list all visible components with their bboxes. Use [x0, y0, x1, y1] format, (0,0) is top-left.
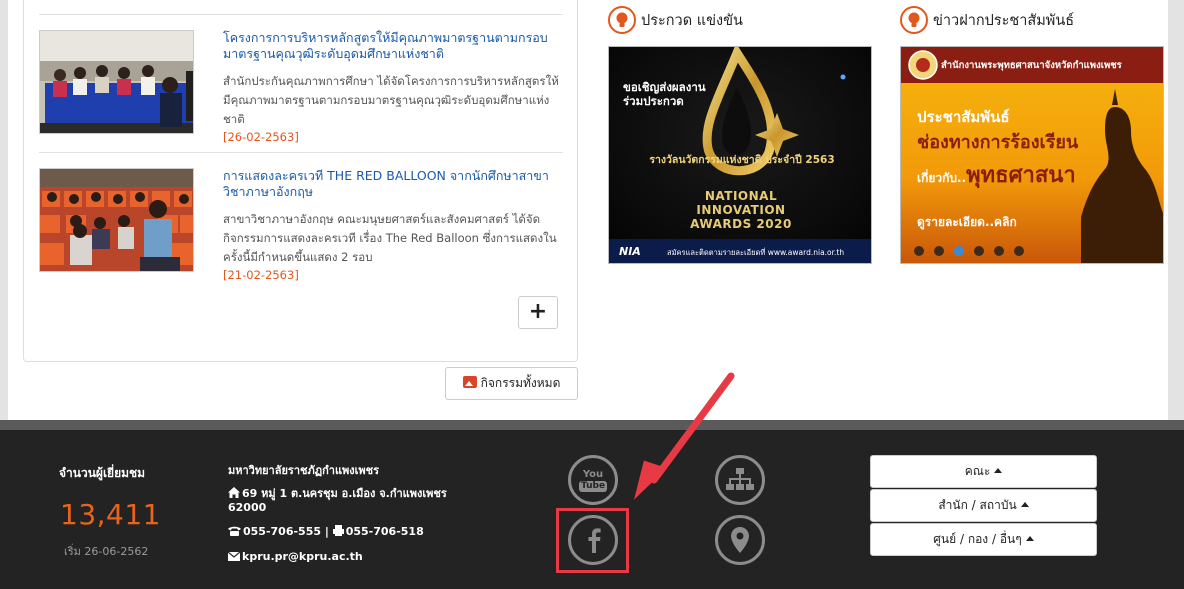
main-content: โครงการการบริหารหลักสูตรให้มีคุณภาพมาตรฐ… — [8, 0, 1176, 420]
news-title[interactable]: การแสดงละครเวที THE RED BALLOON จากนักศึ… — [223, 168, 565, 200]
envelope-icon — [227, 551, 241, 564]
news-date: [26-02-2563] — [223, 130, 299, 144]
youtube-icon[interactable]: You Tube — [568, 455, 618, 505]
footer-divider — [0, 420, 1184, 430]
address-text: 69 หมู่ 1 ต.นครชุม อ.เมือง จ.กำแพงเพชร 6… — [228, 487, 447, 514]
nia-logo: NIA — [619, 245, 641, 258]
contest-section: ประกวด แข่งขัน — [608, 6, 743, 34]
caret-up-icon — [994, 468, 1003, 473]
page-edge — [1168, 0, 1176, 420]
sitemap-icon[interactable] — [715, 455, 765, 505]
pr-section: ข่าวฝากประชาสัมพันธ์ — [900, 6, 1074, 34]
banner-footer-text: สมัครและติดตามรายละเอียดที่ www.award.ni… — [667, 248, 845, 257]
innovation-awards-banner[interactable]: ขอเชิญส่งผลงาน ร่วมประกวด รางวัลนวัตกรรม… — [608, 46, 872, 264]
office-institute-menu-button[interactable]: สำนัก / สถาบัน — [870, 489, 1097, 522]
banner-line3-main: พุทธศาสนา — [966, 163, 1076, 188]
all-activities-label: กิจกรรมทั้งหมด — [480, 376, 561, 390]
banner-org: สำนักงานพระพุทธศาสนาจังหวัดกำแพงเพชร — [941, 60, 1122, 71]
news-date: [21-02-2563] — [223, 268, 299, 282]
banner-line1: ประชาสัมพันธ์ — [917, 108, 1010, 126]
center-division-other-menu-button[interactable]: ศูนย์ / กอง / อื่นๆ — [870, 523, 1097, 556]
activities-panel: โครงการการบริหารหลักสูตรให้มีคุณภาพมาตรฐ… — [23, 0, 578, 362]
email-text[interactable]: kpru.pr@kpru.ac.th — [242, 550, 363, 563]
banner-invite-line2: ร่วมประกวด — [623, 94, 684, 108]
section-title: ประกวด แข่งขัน — [641, 12, 743, 29]
faculty-menu-button[interactable]: คณะ — [870, 455, 1097, 488]
bulb-icon — [900, 6, 928, 34]
phone-line: 055-706-555 | 055-706-518 — [228, 525, 424, 539]
banner-award-thai: รางวัลนวัตกรรมแห่งชาติ ประจำปี 2563 — [649, 154, 835, 166]
banner-invite-line1: ขอเชิญส่งผลงาน — [623, 80, 706, 94]
news-title[interactable]: โครงการการบริหารหลักสูตรให้มีคุณภาพมาตรฐ… — [223, 30, 565, 62]
banner-award-en-1: NATIONAL — [704, 189, 778, 203]
annotation-highlight-box — [556, 508, 629, 573]
banner-line3-prefix: เกี่ยวกับ.. — [917, 171, 967, 185]
news-thumbnail-theater[interactable] — [39, 168, 194, 272]
visitors-label: จำนวนผู้เยี่ยมชม — [59, 466, 146, 480]
address-line: 69 หมู่ 1 ต.นครชุม อ.เมือง จ.กำแพงเพชร 6… — [228, 487, 458, 514]
home-icon — [228, 487, 240, 501]
menu-label: ศูนย์ / กอง / อื่นๆ — [933, 532, 1022, 546]
news-separator — [39, 14, 563, 15]
banner-award-en-2: INNOVATION — [696, 203, 786, 217]
menu-label: คณะ — [964, 464, 991, 478]
phone-text: 055-706-555 | — [243, 525, 333, 538]
youtube-label-top: You — [582, 468, 604, 480]
menu-label: สำนัก / สถาบัน — [938, 498, 1017, 512]
university-name: มหาวิทยาลัยราชภัฏกำแพงเพชร — [228, 464, 380, 477]
banner-details-link[interactable]: ดูรายละเอียด..คลิก — [917, 213, 1017, 232]
caret-up-icon — [1025, 536, 1034, 541]
phone-icon — [228, 526, 241, 539]
picture-icon — [462, 376, 477, 388]
load-more-button[interactable]: + — [518, 296, 558, 329]
youtube-label-bottom: Tube — [578, 480, 608, 492]
news-thumbnail-seminar[interactable] — [39, 30, 194, 134]
news-description: สาขาวิชาภาษาอังกฤษ คณะมนุษยศาสตร์และสังค… — [223, 212, 557, 264]
caret-up-icon — [1020, 502, 1029, 507]
banner-line2: ช่องทางการร้องเรียน — [917, 132, 1079, 153]
visitors-since: เริ่ม 26-06-2562 — [64, 545, 149, 558]
bulb-icon — [608, 6, 636, 34]
all-activities-button[interactable]: กิจกรรมทั้งหมด — [445, 367, 578, 400]
news-description: สำนักประกันคุณภาพการศึกษา ได้จัดโครงการก… — [223, 74, 559, 126]
fax-text: 055-706-518 — [345, 525, 424, 538]
banner-award-en-3: AWARDS 2020 — [690, 217, 792, 231]
section-title: ข่าวฝากประชาสัมพันธ์ — [933, 12, 1075, 29]
fax-icon — [332, 525, 344, 539]
news-separator — [39, 152, 563, 153]
visitors-count: 13,411 — [60, 498, 161, 531]
buddhism-pr-banner[interactable]: สำนักงานพระพุทธศาสนาจังหวัดกำแพงเพชร ประ… — [900, 46, 1164, 264]
map-pin-icon[interactable] — [715, 515, 765, 565]
email-line: kpru.pr@kpru.ac.th — [227, 550, 363, 564]
